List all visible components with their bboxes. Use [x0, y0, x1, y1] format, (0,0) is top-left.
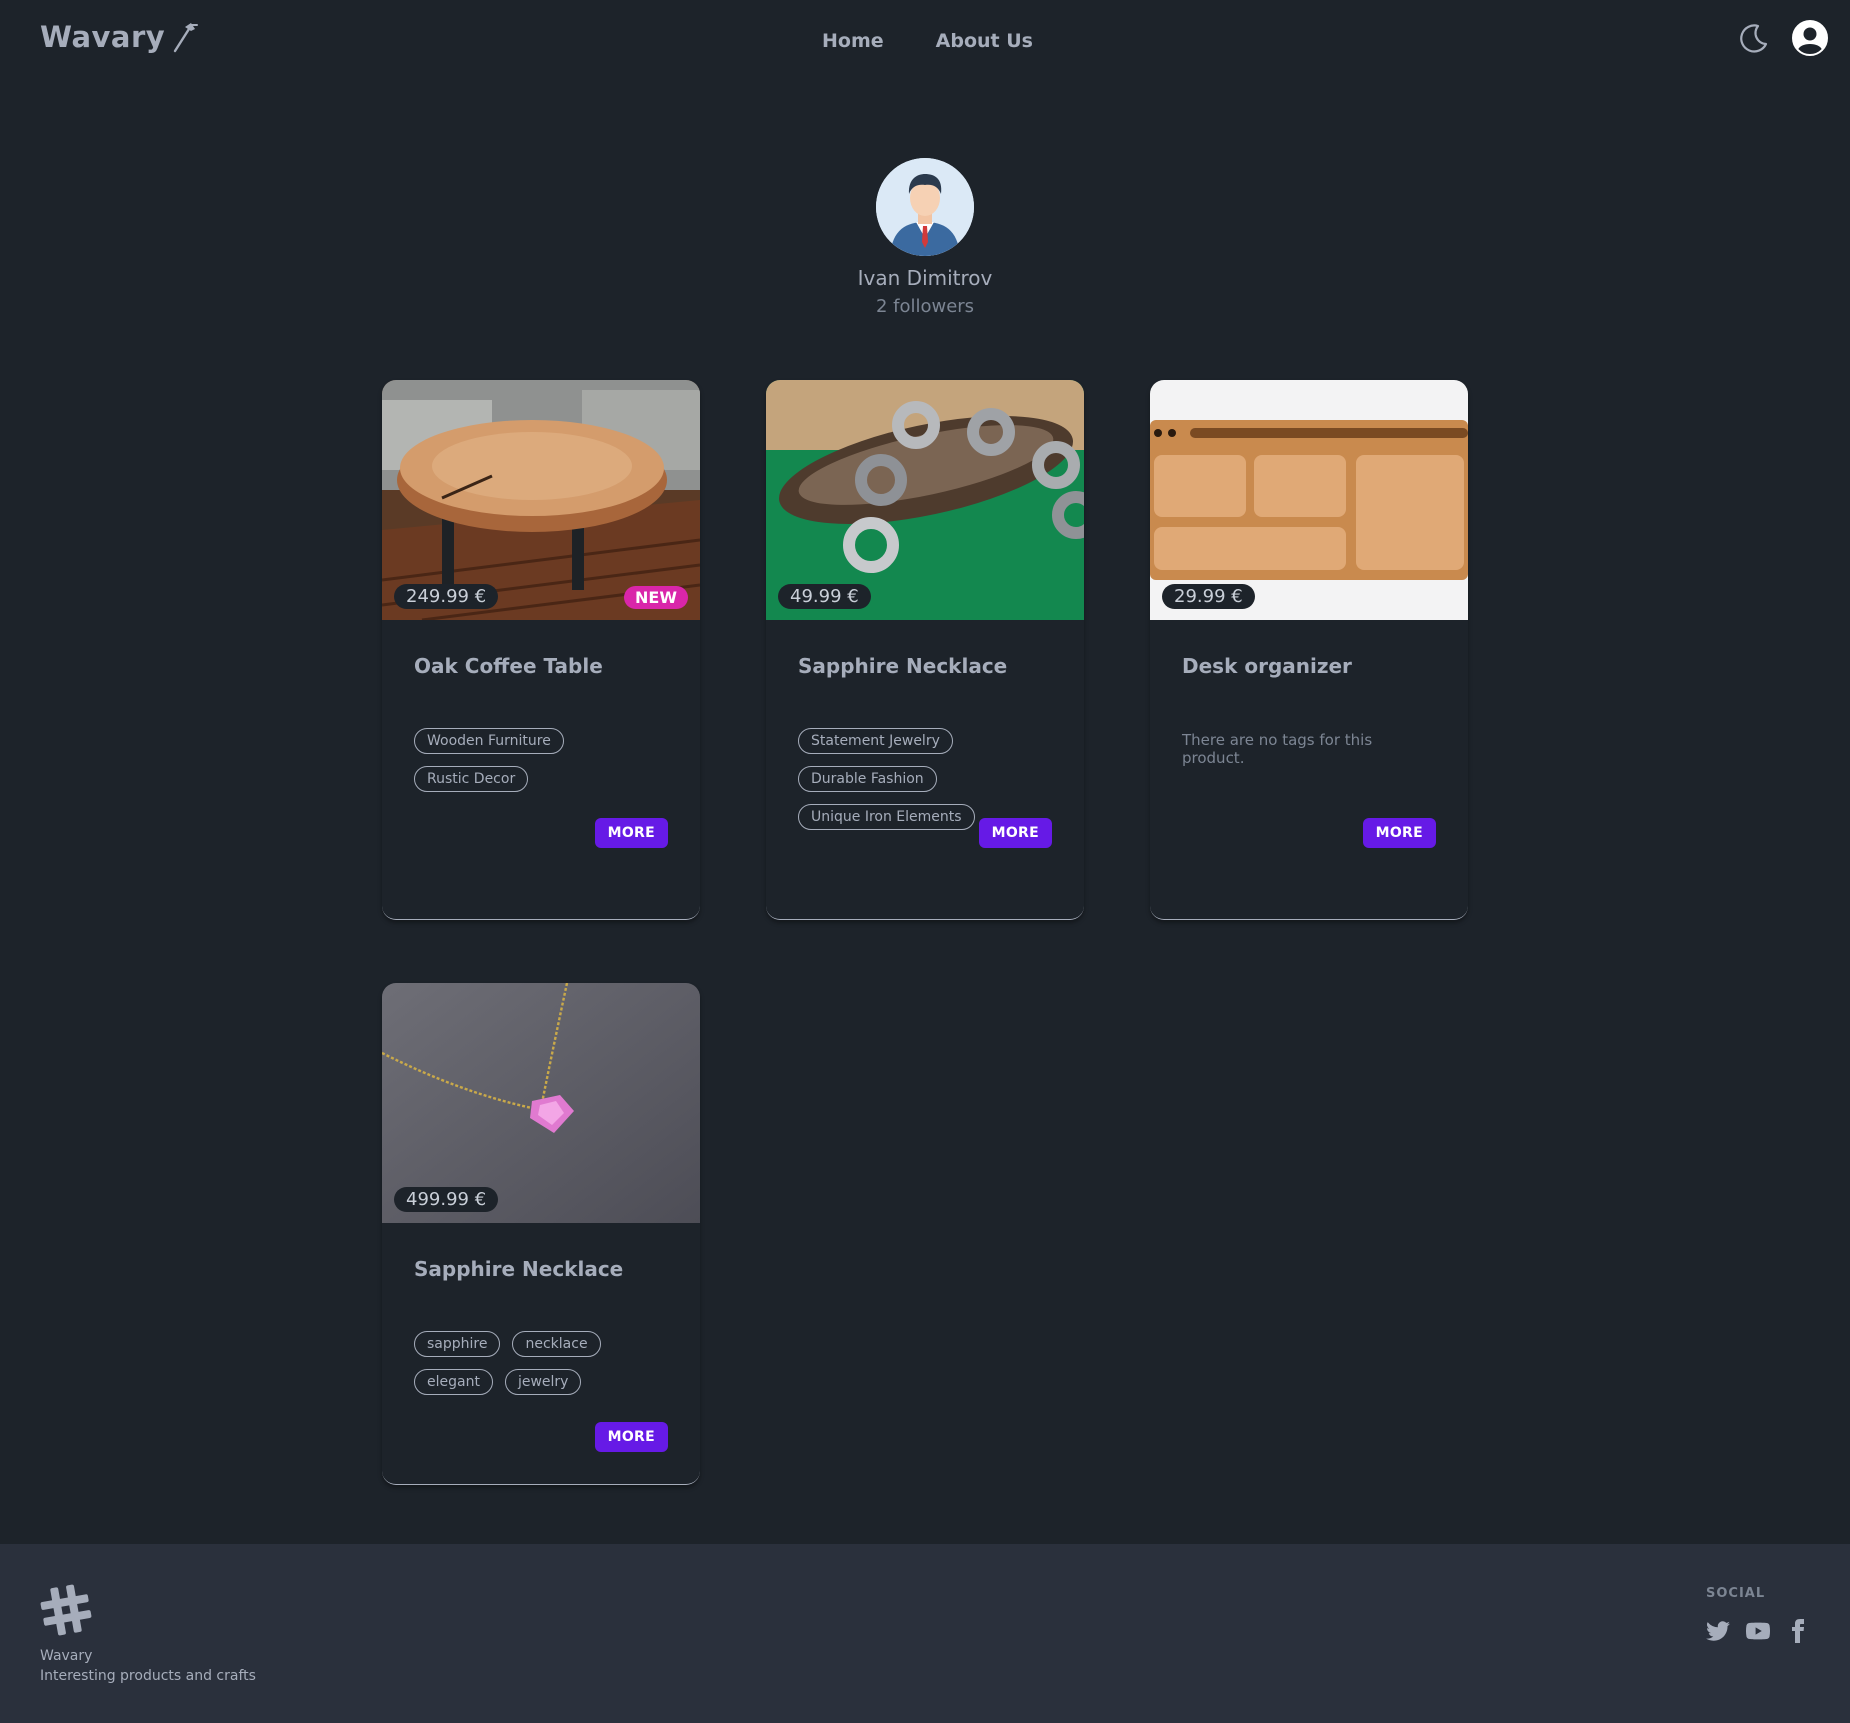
footer: Wavary Interesting products and crafts S… [0, 1544, 1850, 1723]
nav-right [1736, 20, 1828, 56]
theme-toggle-button[interactable] [1736, 20, 1772, 56]
tag[interactable]: Unique Iron Elements [798, 804, 975, 830]
nav-link-home[interactable]: Home [818, 28, 888, 54]
moon-icon [1740, 24, 1768, 53]
hammer-icon [174, 23, 199, 53]
profile-header: Ivan Dimitrov 2 followers [0, 158, 1850, 317]
tag[interactable]: elegant [414, 1369, 493, 1395]
no-tags-message: There are no tags for this product. [1182, 731, 1373, 767]
more-button[interactable]: MORE [594, 818, 668, 848]
social-title: SOCIAL [1706, 1586, 1766, 1601]
tag[interactable]: jewelry [504, 1369, 582, 1395]
price-badge: 29.99 € [1162, 584, 1255, 609]
tag[interactable]: Wooden Furniture [414, 728, 564, 754]
person-illustration [876, 158, 974, 256]
product-title[interactable]: Sapphire Necklace [414, 1257, 668, 1287]
navbar: Wavary Home About Us [0, 0, 1850, 80]
card-body: Oak Coffee Table Wooden Furniture Rustic… [382, 620, 700, 848]
price-badge: 499.99 € [394, 1187, 499, 1212]
social-links [1706, 1619, 1810, 1643]
card-body: Sapphire Necklace Statement Jewelry Dura… [766, 620, 1084, 848]
brand-name: Wavary [40, 20, 166, 54]
tag[interactable]: necklace [512, 1331, 601, 1357]
price-badge: 49.99 € [778, 584, 871, 609]
product-card: 499.99 € Sapphire Necklace sapphire neck… [382, 983, 700, 1485]
facebook-icon[interactable] [1786, 1619, 1810, 1643]
more-button[interactable]: MORE [978, 818, 1052, 848]
product-title[interactable]: Desk organizer [1182, 654, 1436, 684]
product-image[interactable]: 249.99 € NEW [382, 380, 700, 620]
tag[interactable]: Rustic Decor [414, 766, 529, 792]
profile-followers: 2 followers [875, 296, 975, 317]
footer-brand-name: Wavary [40, 1648, 93, 1664]
tag-list: Wooden Furniture Rustic Decor [414, 728, 668, 792]
product-card: 29.99 € Desk organizer There are no tags… [1150, 380, 1468, 920]
nav-links: Home About Us [818, 28, 1037, 54]
tag-list: sapphire necklace elegant jewelry [414, 1331, 668, 1395]
profile-avatar [876, 158, 974, 256]
more-button[interactable]: MORE [1362, 818, 1436, 848]
youtube-icon[interactable] [1746, 1619, 1770, 1643]
product-title[interactable]: Oak Coffee Table [414, 654, 668, 684]
footer-brand-block: Wavary Interesting products and crafts [40, 1584, 256, 1686]
tag[interactable]: Statement Jewelry [798, 728, 953, 754]
product-image[interactable]: 49.99 € [766, 380, 1084, 620]
tag[interactable]: Durable Fashion [798, 766, 937, 792]
nav-link-about-us[interactable]: About Us [932, 28, 1037, 54]
footer-tagline: Interesting products and crafts [40, 1668, 256, 1684]
card-body: Desk organizer There are no tags for thi… [1150, 620, 1468, 848]
product-title[interactable]: Sapphire Necklace [798, 654, 1052, 684]
profile-name: Ivan Dimitrov [857, 266, 993, 290]
hashtag-icon [40, 1584, 92, 1636]
card-body: Sapphire Necklace sapphire necklace eleg… [382, 1223, 700, 1452]
user-avatar-icon [1792, 20, 1828, 56]
product-image[interactable]: 29.99 € [1150, 380, 1468, 620]
product-image[interactable]: 499.99 € [382, 983, 700, 1223]
tag-list: Statement Jewelry Durable Fashion Unique… [798, 728, 1052, 830]
twitter-icon[interactable] [1706, 1619, 1730, 1643]
product-card: 249.99 € NEW Oak Coffee Table Wooden Fur… [382, 380, 700, 920]
brand-logo[interactable]: Wavary [40, 20, 199, 54]
tag[interactable]: sapphire [414, 1331, 501, 1357]
footer-social: SOCIAL [1706, 1586, 1810, 1643]
more-button[interactable]: MORE [594, 1422, 668, 1452]
product-card: 49.99 € Sapphire Necklace Statement Jewe… [766, 380, 1084, 920]
new-badge: NEW [624, 586, 688, 609]
price-badge: 249.99 € [394, 584, 499, 609]
user-menu-button[interactable] [1792, 20, 1828, 56]
